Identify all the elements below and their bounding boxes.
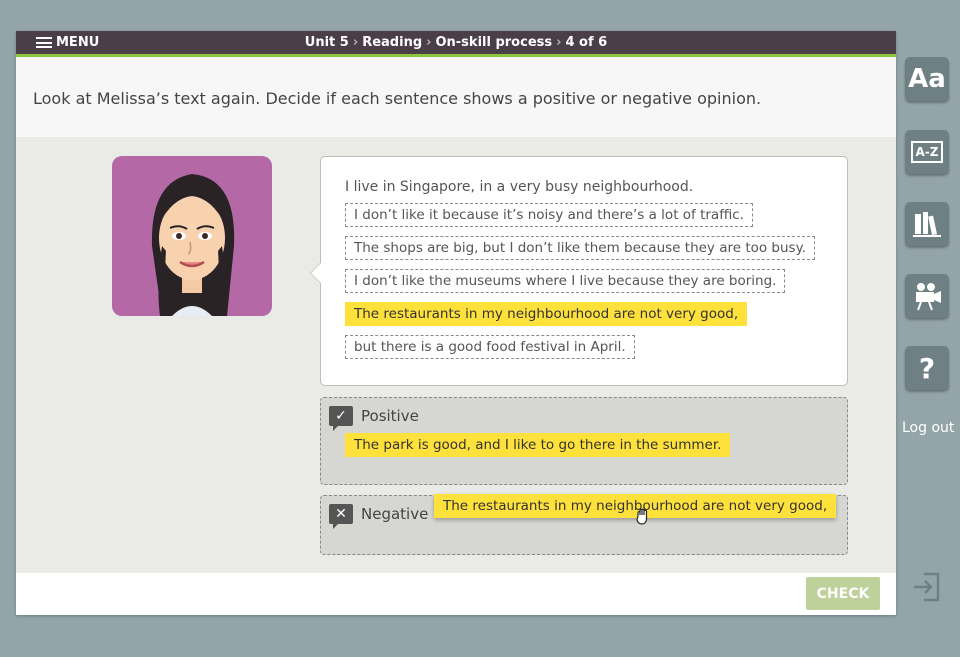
sentence-chip-selected[interactable]: The restaurants in my neighbourhood are … <box>345 302 748 326</box>
menu-label: MENU <box>56 35 100 50</box>
grab-hand-cursor-icon <box>636 508 648 525</box>
footer: CHECK <box>16 573 896 615</box>
negative-label: Negative <box>361 505 429 523</box>
positive-answer-chip[interactable]: The park is good, and I like to go there… <box>345 433 731 457</box>
dictionary-button[interactable]: A-Z <box>905 130 949 174</box>
activity-content: I live in Singapore, in a very busy neig… <box>16 137 896 573</box>
avatar-melissa <box>112 156 272 316</box>
glossary-icon[interactable]: Aa <box>905 57 949 101</box>
sentence-chip[interactable]: I don’t like the museums where I live be… <box>345 269 786 293</box>
activity-card: Unit 5 › Reading › On-skill process › 4 of 6 M… <box>16 31 896 615</box>
sentence-chip[interactable]: but there is a good food festival in Apr… <box>345 335 635 359</box>
negative-dropzone[interactable]: ✕ Negative The restaurants in my neighbo… <box>320 494 848 555</box>
books-icon <box>913 212 941 237</box>
chevron-right-icon: › <box>426 35 432 50</box>
breadcrumb: Unit 5 › Reading › On-skill process › 4 of 6 <box>16 35 896 50</box>
video-camera-icon <box>916 283 941 311</box>
check-button[interactable]: CHECK <box>806 577 880 610</box>
intro-sentence: I live in Singapore, in a very busy neig… <box>345 179 694 195</box>
sentence-chip[interactable]: I don’t like it because it’s noisy and t… <box>345 203 753 227</box>
instruction-text: Look at Melissa’s text again. Decide if … <box>33 89 762 108</box>
positive-label: Positive <box>361 407 419 425</box>
positive-dropzone[interactable]: ✓ Positive The park is good, and I like … <box>320 397 848 485</box>
breadcrumb-section: Reading <box>362 35 423 50</box>
chevron-right-icon: › <box>556 35 562 50</box>
sentence-chip[interactable]: The shops are big, but I don’t like them… <box>345 236 815 260</box>
breadcrumb-activity: On-skill process <box>435 35 553 50</box>
top-bar: Unit 5 › Reading › On-skill process › 4 of 6 M… <box>16 31 896 57</box>
breadcrumb-unit: Unit 5 <box>304 35 349 50</box>
speech-bubble: I live in Singapore, in a very busy neig… <box>310 156 848 386</box>
video-button[interactable] <box>905 274 949 318</box>
cross-icon: ✕ <box>329 504 353 529</box>
exit-icon[interactable] <box>910 570 944 604</box>
menu-icon <box>36 37 52 48</box>
breadcrumb-progress: 4 of 6 <box>565 35 608 50</box>
dictionary-icon: A-Z <box>910 141 944 163</box>
books-button[interactable] <box>905 202 949 246</box>
bubble-tail <box>310 262 321 284</box>
help-icon[interactable]: ? <box>905 346 949 390</box>
check-icon: ✓ <box>329 406 353 431</box>
logout-link[interactable]: Log out <box>902 420 954 436</box>
chevron-right-icon: › <box>352 35 359 50</box>
menu-button[interactable]: MENU <box>36 35 99 50</box>
instruction-area: Look at Melissa’s text again. Decide if … <box>16 57 896 137</box>
